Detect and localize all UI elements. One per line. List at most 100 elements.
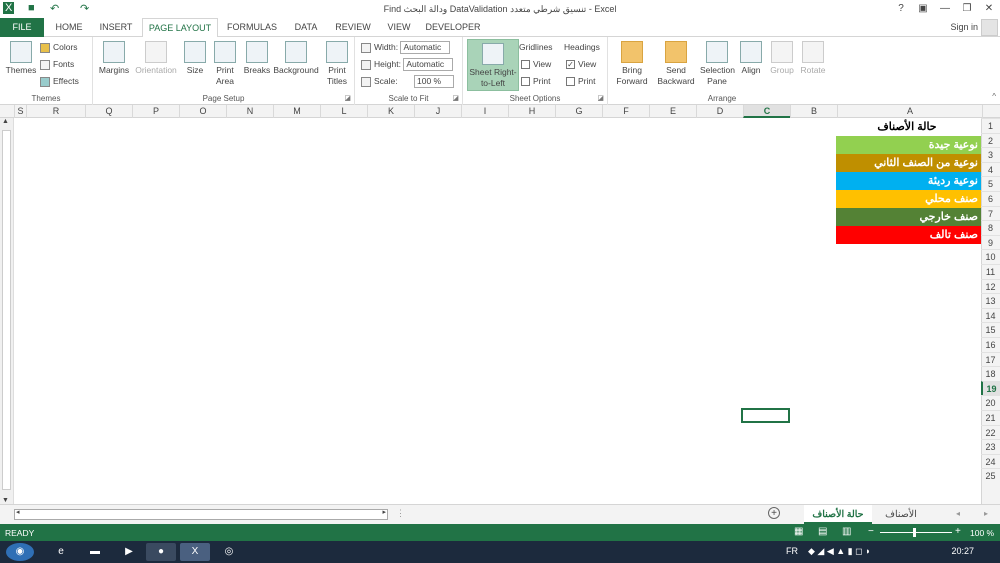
cell-a4[interactable]: نوعية رديئة	[836, 172, 981, 190]
column-header[interactable]: Q	[85, 105, 132, 118]
zoom-slider[interactable]	[880, 532, 952, 533]
row-header[interactable]: 13	[981, 293, 1000, 308]
row-header[interactable]: 21	[981, 410, 1000, 425]
breaks-button[interactable]: Breaks	[243, 41, 271, 76]
background-button[interactable]: Background	[273, 41, 319, 76]
zoom-out-button[interactable]: −	[868, 526, 874, 537]
size-button[interactable]: Size	[183, 41, 207, 76]
row-header[interactable]: 17	[981, 351, 1000, 367]
column-header[interactable]: S	[14, 105, 26, 118]
print-titles-button[interactable]: Print Titles	[323, 41, 351, 87]
close-button[interactable]: ✕	[978, 0, 1000, 18]
row-header[interactable]: 22	[981, 424, 1000, 440]
gridlines-print-checkbox[interactable]: Print	[521, 74, 550, 88]
scroll-up-icon[interactable]: ▲	[2, 118, 9, 125]
group-button[interactable]: Group	[768, 41, 796, 76]
margins-button[interactable]: Margins	[97, 41, 131, 76]
column-header[interactable]: I	[461, 105, 508, 118]
cell-a6[interactable]: صنف خارجي	[836, 208, 981, 226]
tab-view[interactable]: VIEW	[380, 18, 418, 37]
tab-formulas[interactable]: FORMULAS	[222, 18, 282, 37]
column-header[interactable]: N	[226, 105, 273, 118]
row-header[interactable]: 15	[981, 322, 1000, 337]
page-setup-launcher-icon[interactable]: ◪	[344, 94, 351, 102]
collapse-ribbon-icon[interactable]: ^	[992, 92, 996, 101]
column-header-selected[interactable]: C	[743, 105, 790, 118]
chrome-icon[interactable]: ◎	[214, 543, 244, 561]
clock[interactable]: 20:27	[951, 546, 974, 556]
select-all-corner[interactable]	[982, 105, 1000, 118]
horizontal-scrollbar[interactable]: ◂ ▸	[14, 509, 388, 520]
splitter-icon[interactable]: ⋮	[396, 508, 405, 519]
headings-view-checkbox[interactable]: ✓ View	[566, 57, 596, 71]
scale-launcher-icon[interactable]: ◪	[452, 94, 459, 102]
row-header[interactable]: 7	[981, 205, 1000, 221]
tab-review[interactable]: REVIEW	[330, 18, 376, 37]
minimize-button[interactable]: —	[934, 0, 956, 18]
scale-input[interactable]: 100 %	[414, 75, 454, 89]
row-header[interactable]: 12	[981, 278, 1000, 294]
column-header[interactable]: M	[273, 105, 320, 118]
row-header[interactable]: 23	[981, 439, 1000, 454]
row-header[interactable]: 14	[981, 307, 1000, 323]
column-header[interactable]: D	[696, 105, 743, 118]
row-header[interactable]: 20	[981, 395, 1000, 410]
new-sheet-button[interactable]: +	[768, 507, 780, 519]
colors-button[interactable]: Colors	[40, 40, 78, 54]
send-backward-button[interactable]: Send Backward	[654, 41, 698, 87]
column-header[interactable]: P	[132, 105, 179, 118]
gridlines-view-checkbox[interactable]: View	[521, 57, 551, 71]
height-select[interactable]: Automatic	[403, 58, 454, 72]
cell-a1[interactable]: حالة الأصناف	[836, 118, 981, 136]
zoom-in-button[interactable]: +	[955, 526, 961, 537]
vertical-scrollbar[interactable]: ▲ ▼	[0, 118, 14, 504]
row-header[interactable]: 24	[981, 453, 1000, 469]
tray-icons[interactable]: ◆ ◢ ◀ ▲ ▮ ◻ ◗	[808, 546, 871, 557]
row-header[interactable]: 1	[981, 118, 1000, 133]
scroll-right-icon[interactable]: ▸	[382, 508, 386, 516]
cell-a2[interactable]: نوعية جيدة	[836, 136, 981, 154]
cell-a3[interactable]: نوعية من الصنف الثاني	[836, 154, 981, 172]
language-indicator[interactable]: FR	[786, 546, 798, 556]
row-header[interactable]: 11	[981, 264, 1000, 279]
tab-scroll-right-icon[interactable]: ▸	[984, 509, 988, 518]
page-break-view-icon[interactable]: ▥	[842, 526, 851, 537]
print-area-button[interactable]: Print Area	[211, 41, 239, 87]
tab-home[interactable]: HOME	[48, 18, 90, 37]
sign-in-link[interactable]: Sign in	[950, 22, 978, 32]
internet-explorer-icon[interactable]: e	[50, 543, 72, 561]
cell-a5[interactable]: صنف محلي	[836, 190, 981, 208]
tab-file[interactable]: FILE	[0, 18, 44, 37]
scroll-down-icon[interactable]: ▼	[2, 497, 9, 504]
avatar[interactable]	[981, 19, 998, 36]
sheet-tab-active[interactable]: حالة الأصناف	[804, 505, 872, 524]
themes-button[interactable]: Themes	[4, 41, 38, 76]
row-header[interactable]: 25	[981, 468, 1000, 483]
file-explorer-icon[interactable]: ▬	[84, 543, 106, 561]
column-header[interactable]: L	[320, 105, 367, 118]
sheet-right-to-left-button[interactable]: Sheet Right-to-Left	[467, 39, 519, 91]
row-header[interactable]: 9	[981, 234, 1000, 250]
start-button-icon[interactable]: ◉	[6, 543, 34, 561]
normal-view-icon[interactable]: ▦	[794, 526, 803, 537]
row-header[interactable]: 2	[981, 132, 1000, 148]
fonts-button[interactable]: Fonts	[40, 57, 74, 71]
tab-insert[interactable]: INSERT	[94, 18, 138, 37]
bring-forward-button[interactable]: Bring Forward	[612, 41, 652, 87]
column-header[interactable]: K	[367, 105, 414, 118]
column-header[interactable]: J	[414, 105, 461, 118]
media-player-icon[interactable]: ▶	[118, 543, 140, 561]
zoom-level[interactable]: 100 %	[970, 528, 994, 538]
page-layout-view-icon[interactable]: ▤	[818, 526, 827, 537]
row-header[interactable]: 18	[981, 366, 1000, 381]
scroll-thumb[interactable]	[2, 130, 11, 490]
scroll-left-icon[interactable]: ◂	[16, 508, 20, 516]
orientation-button[interactable]: Orientation	[133, 41, 179, 76]
tab-page-layout[interactable]: PAGE LAYOUT	[142, 18, 218, 38]
help-button[interactable]: ?	[890, 0, 912, 18]
zoom-slider-thumb[interactable]	[913, 528, 916, 537]
tab-scroll-left-icon[interactable]: ◂	[956, 509, 960, 518]
rotate-button[interactable]: Rotate	[798, 41, 828, 76]
column-header[interactable]: R	[26, 105, 85, 118]
row-header[interactable]: 3	[981, 147, 1000, 162]
